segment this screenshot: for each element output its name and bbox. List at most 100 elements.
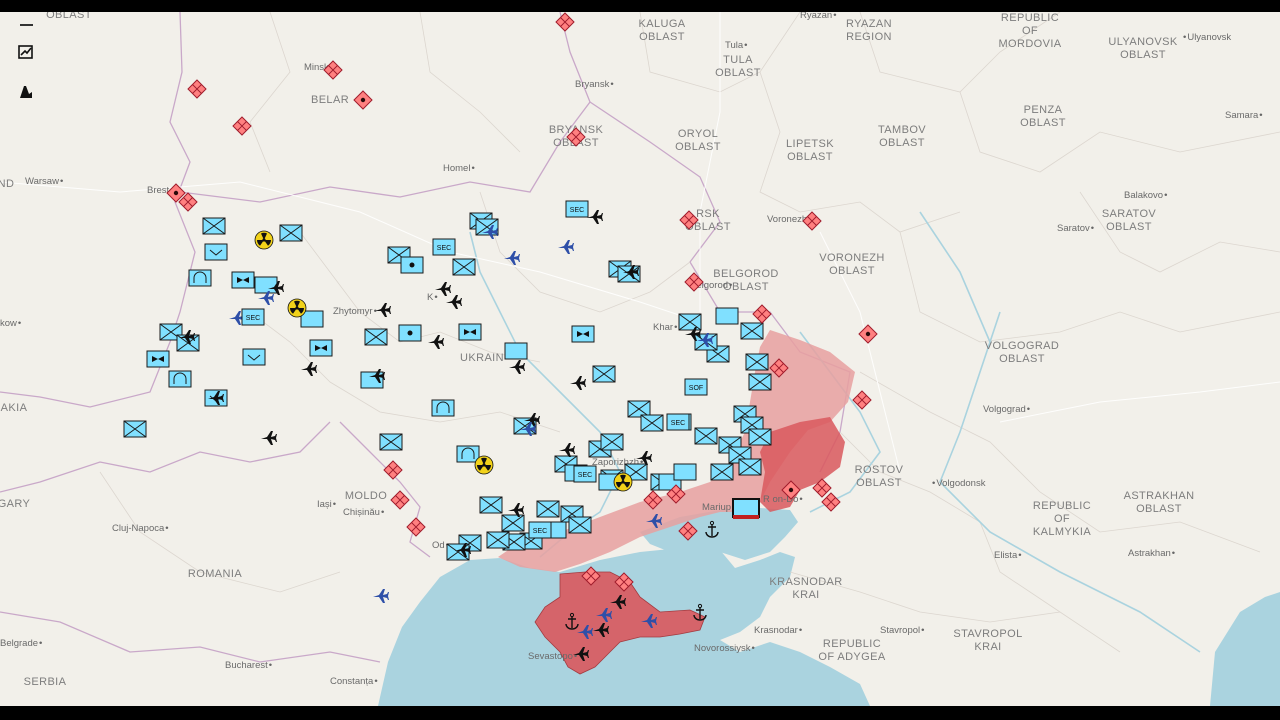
friendly-infantry-unit[interactable] xyxy=(745,353,769,371)
friendly-mountain-unit[interactable] xyxy=(188,269,212,287)
hostile-unit[interactable] xyxy=(555,12,575,32)
friendly-armor-unit[interactable] xyxy=(146,350,170,368)
friendly-infantry-unit[interactable] xyxy=(479,496,503,514)
aircraft-icon[interactable] xyxy=(301,362,317,376)
nuclear-symbol-icon[interactable] xyxy=(254,230,274,250)
aircraft-icon[interactable] xyxy=(559,443,575,457)
friendly-infantry-unit[interactable] xyxy=(617,265,641,283)
chart-edit-icon[interactable] xyxy=(16,42,36,62)
unit-tag-label: SEC xyxy=(570,207,584,214)
unit-tag-label: SEC xyxy=(533,528,547,535)
aircraft-icon[interactable] xyxy=(428,335,444,349)
hostile-unit[interactable] xyxy=(769,358,789,378)
hostile-unit[interactable] xyxy=(812,478,832,498)
hostile-unit[interactable] xyxy=(802,211,822,231)
measure-icon[interactable] xyxy=(16,82,36,102)
friendly-infantry-unit[interactable] xyxy=(740,322,764,340)
hamburger-menu-icon[interactable] xyxy=(20,24,33,26)
naval-base-icon[interactable] xyxy=(565,612,579,630)
hostile-hq-unit[interactable] xyxy=(781,480,801,500)
friendly-unit[interactable] xyxy=(673,463,697,481)
friendly-armor-unit[interactable] xyxy=(458,323,482,341)
friendly-armor-unit[interactable] xyxy=(204,243,228,261)
friendly-aircraft-icon[interactable] xyxy=(577,625,593,639)
friendly-aircraft-icon[interactable] xyxy=(558,240,574,254)
hostile-hq-unit[interactable] xyxy=(353,90,373,110)
friendly-infantry-unit[interactable] xyxy=(600,433,624,451)
unit-tag-label: SEC xyxy=(437,245,451,252)
friendly-infantry-unit[interactable] xyxy=(452,258,476,276)
friendly-infantry-unit[interactable] xyxy=(379,433,403,451)
friendly-infantry-unit[interactable] xyxy=(710,463,734,481)
naval-base-icon[interactable] xyxy=(693,603,707,621)
friendly-infantry-unit[interactable] xyxy=(748,428,772,446)
friendly-aircraft-icon[interactable] xyxy=(646,514,662,528)
hostile-unit[interactable] xyxy=(684,272,704,292)
friendly-infantry-unit[interactable] xyxy=(364,328,388,346)
friendly-infantry-unit[interactable] xyxy=(202,217,226,235)
frontline-hq-unit[interactable] xyxy=(732,498,760,519)
friendly-infantry-unit[interactable] xyxy=(536,500,560,518)
hostile-unit[interactable] xyxy=(187,79,207,99)
hostile-unit[interactable] xyxy=(821,492,841,512)
friendly-infantry-unit[interactable] xyxy=(123,420,147,438)
aircraft-icon[interactable] xyxy=(587,210,603,224)
hostile-unit[interactable] xyxy=(383,460,403,480)
friendly-infantry-unit[interactable] xyxy=(279,224,303,242)
hostile-unit[interactable] xyxy=(390,490,410,510)
friendly-aircraft-icon[interactable] xyxy=(641,614,657,628)
hostile-unit[interactable] xyxy=(614,572,634,592)
aircraft-icon[interactable] xyxy=(570,376,586,390)
friendly-infantry-unit[interactable] xyxy=(501,514,525,532)
hostile-unit[interactable] xyxy=(566,127,586,147)
friendly-mountain-unit[interactable] xyxy=(168,370,192,388)
naval-base-icon[interactable] xyxy=(705,520,719,538)
friendly-unit[interactable] xyxy=(504,342,528,360)
friendly-hq-unit[interactable] xyxy=(400,256,424,274)
aircraft-icon[interactable] xyxy=(573,647,589,661)
friendly-hq-unit[interactable] xyxy=(398,324,422,342)
friendly-infantry-unit[interactable] xyxy=(678,313,702,331)
friendly-armor-unit[interactable] xyxy=(309,339,333,357)
friendly-mountain-unit[interactable] xyxy=(431,399,455,417)
aircraft-icon[interactable] xyxy=(610,595,626,609)
hostile-unit[interactable] xyxy=(679,210,699,230)
nuclear-symbol-icon[interactable] xyxy=(287,298,307,318)
hostile-unit[interactable] xyxy=(852,390,872,410)
hostile-unit[interactable] xyxy=(581,566,601,586)
hostile-hq-unit[interactable] xyxy=(858,324,878,344)
nuclear-symbol-icon[interactable] xyxy=(613,472,633,492)
friendly-armor-unit[interactable] xyxy=(242,348,266,366)
friendly-infantry-unit[interactable] xyxy=(568,516,592,534)
aircraft-icon[interactable] xyxy=(261,431,277,445)
aircraft-icon[interactable] xyxy=(509,360,525,374)
aircraft-icon[interactable] xyxy=(593,623,609,637)
friendly-infantry-unit[interactable] xyxy=(592,365,616,383)
friendly-infantry-unit[interactable] xyxy=(748,373,772,391)
friendly-infantry-unit[interactable] xyxy=(694,427,718,445)
friendly-infantry-unit[interactable] xyxy=(486,531,510,549)
map-view[interactable]: KALUGA OBLAST RYAZAN REGION REPUBLIC OF MORDOV… xyxy=(0,12,1280,706)
aircraft-icon[interactable] xyxy=(446,295,462,309)
friendly-unit[interactable] xyxy=(715,307,739,325)
friendly-mountain-unit[interactable] xyxy=(456,445,480,463)
aircraft-icon[interactable] xyxy=(636,451,652,465)
hostile-unit[interactable] xyxy=(678,521,698,541)
aircraft-icon[interactable] xyxy=(375,303,391,317)
friendly-unit[interactable] xyxy=(254,276,278,294)
unit-symbols-layer: SEC SEC SEC SEC SEC SEC SOF xyxy=(123,12,878,661)
nuclear-symbol-icon[interactable] xyxy=(474,455,494,475)
hostile-unit[interactable] xyxy=(406,517,426,537)
friendly-armor-unit[interactable] xyxy=(231,271,255,289)
friendly-aircraft-icon[interactable] xyxy=(504,251,520,265)
hostile-unit[interactable] xyxy=(232,116,252,136)
friendly-armor-unit[interactable] xyxy=(571,325,595,343)
hostile-unit[interactable] xyxy=(752,304,772,324)
hostile-unit[interactable] xyxy=(323,60,343,80)
hostile-unit[interactable] xyxy=(643,490,663,510)
friendly-infantry-unit[interactable] xyxy=(640,414,664,432)
friendly-infantry-unit[interactable] xyxy=(738,458,762,476)
friendly-aircraft-icon[interactable] xyxy=(596,608,612,622)
aircraft-icon[interactable] xyxy=(435,282,451,296)
friendly-aircraft-icon[interactable] xyxy=(373,589,389,603)
